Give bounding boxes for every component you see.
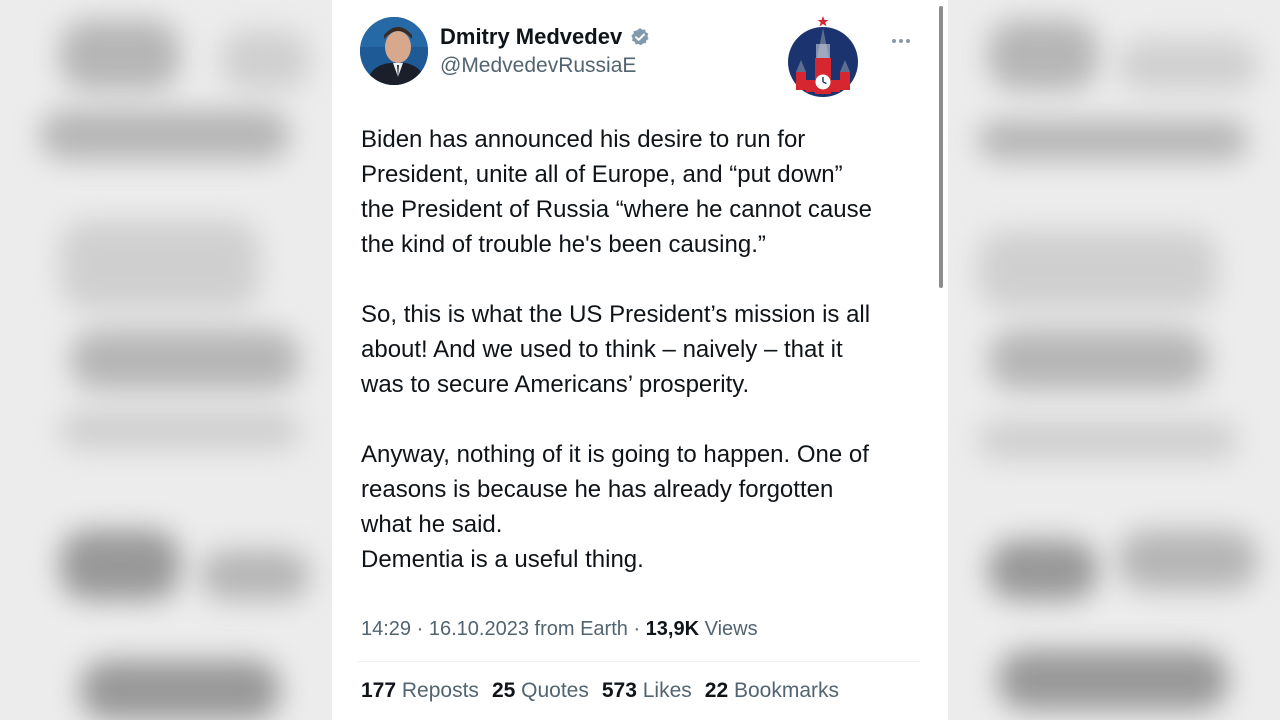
tweet-date[interactable]: 16.10.2023: [429, 618, 529, 640]
stat-label: Quotes: [521, 679, 589, 702]
tweet-line: reasons is because he has already forgot…: [361, 476, 834, 503]
tweet-line: what he said.: [361, 511, 503, 538]
stat-label: Bookmarks: [733, 679, 840, 702]
blurred-background-right: [948, 0, 1280, 720]
tweet-paragraph: So, this is what the US President’s miss…: [361, 297, 931, 402]
tweet-line: So, this is what the US President’s miss…: [361, 301, 871, 328]
meta-separator: ·: [633, 618, 646, 640]
stat-label: Likes: [642, 679, 692, 702]
stat-bookmarks[interactable]: 22 Bookmarks: [705, 679, 839, 703]
tweet-line: was to secure Americans’ prosperity.: [361, 371, 750, 398]
views-label: Views: [704, 618, 758, 640]
blurred-background-left: [0, 0, 332, 720]
tweet-line: Biden has announced his desire to run fo…: [361, 126, 806, 153]
tweet-source: from Earth: [534, 618, 628, 640]
author-handle[interactable]: @MedvedevRussiaE: [440, 54, 636, 78]
tweet-paragraph: Biden has announced his desire to run fo…: [361, 122, 931, 262]
scrollbar[interactable]: [939, 6, 943, 288]
divider: [357, 661, 920, 662]
author-name-row[interactable]: Dmitry Medvedev: [440, 24, 650, 50]
stat-quotes[interactable]: 25 Quotes: [492, 679, 589, 703]
tweet-time[interactable]: 14:29: [361, 618, 411, 640]
stat-count: 573: [601, 679, 637, 702]
tweet-line: the kind of trouble he's been causing.”: [361, 231, 766, 258]
stat-count: 25: [491, 679, 516, 702]
meta-separator: ·: [416, 618, 429, 640]
stat-likes[interactable]: 573 Likes: [602, 679, 692, 703]
stat-count: 177: [361, 679, 397, 702]
views-count: 13,9K: [645, 618, 700, 640]
avatar-portrait-icon: [360, 17, 428, 85]
tweet-text: Biden has announced his desire to run fo…: [361, 122, 931, 577]
avatar[interactable]: [360, 17, 428, 85]
engagement-stats: 177 Reposts 25 Quotes 573 Likes 22 Bookm…: [361, 679, 839, 703]
tweet-line: President, unite all of Europe, and “put…: [361, 161, 843, 188]
tweet-line: the President of Russia “where he cannot…: [361, 196, 872, 223]
stat-reposts[interactable]: 177 Reposts: [361, 679, 479, 703]
stat-label: Reposts: [401, 679, 479, 702]
tweet-paragraph: Anyway, nothing of it is going to happen…: [361, 437, 931, 577]
verified-badge-icon: [630, 27, 650, 47]
stat-count: 22: [704, 679, 729, 702]
kremlin-logo: [787, 14, 859, 100]
tweet-line: about! And we used to think – naively – …: [361, 336, 843, 363]
more-options-icon[interactable]: [892, 30, 916, 44]
tweet-meta: 14:29 · 16.10.2023 from Earth · 13,9K Vi…: [361, 618, 758, 641]
author-display-name[interactable]: Dmitry Medvedev: [440, 24, 622, 50]
tweet-line: Anyway, nothing of it is going to happen…: [361, 441, 869, 468]
tweet-card: Dmitry Medvedev @MedvedevRussiaE Biden h…: [332, 0, 948, 720]
tweet-line: Dementia is a useful thing.: [361, 546, 644, 573]
